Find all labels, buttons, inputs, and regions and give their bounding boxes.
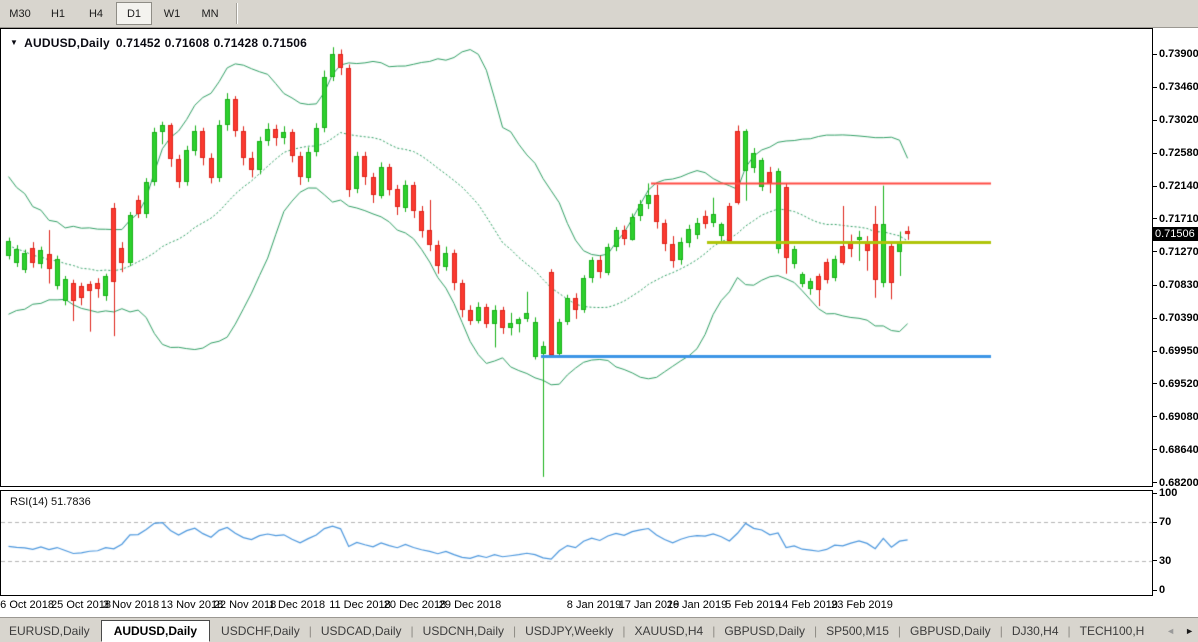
chart-tab-usdcnh-daily[interactable]: USDCNH,Daily: [414, 621, 513, 641]
date-tick-label: 29 Dec 2018: [438, 599, 502, 611]
chevron-down-icon: ▼: [10, 37, 19, 47]
price-tick-label: 0.73460: [1153, 81, 1198, 93]
chart-tab-xauusd-h4[interactable]: XAUUSD,H4: [626, 621, 713, 641]
chart-tab-usdjpy-weekly[interactable]: USDJPY,Weekly: [516, 621, 622, 641]
date-tick-label: 5 Feb 2019: [725, 599, 781, 611]
price-tick-label: 0.69950: [1153, 345, 1198, 357]
chart-tab-gbpusd-daily[interactable]: GBPUSD,Daily: [715, 621, 814, 641]
tab-scroll-left-icon[interactable]: ◄: [1166, 626, 1175, 636]
ohlc-low: 0.71428: [213, 36, 259, 50]
price-chart-canvas[interactable]: [1, 29, 1152, 486]
timeframe-toolbar: M30 H1 H4 D1 W1 MN: [0, 0, 1198, 28]
price-tick-label: 0.72140: [1153, 180, 1198, 192]
ohlc-open: 0.71452: [115, 36, 161, 50]
symbol-period-label: AUDUSD,Daily: [24, 36, 110, 50]
chart-tab-usdchf-daily[interactable]: USDCHF,Daily: [212, 621, 309, 641]
price-tick-label: 0.69080: [1153, 411, 1198, 423]
timeframe-button-d1[interactable]: D1: [116, 2, 152, 25]
timeframe-button-h1[interactable]: H1: [40, 2, 76, 25]
date-tick-label: 3 Nov 2018: [102, 599, 160, 611]
price-tick-label: 0.68640: [1153, 444, 1198, 456]
rsi-tick-label: 70: [1153, 516, 1171, 528]
rsi-tick-label: 100: [1153, 487, 1177, 499]
date-tick-label: 22 Nov 2018: [213, 599, 277, 611]
chart-tab-bar: EURUSD,Daily AUDUSD,Daily USDCHF,Daily | USD…: [0, 617, 1198, 642]
rsi-tick-label: 30: [1153, 555, 1171, 567]
chart-tab-gbpusd-daily[interactable]: GBPUSD,Daily: [901, 621, 1000, 641]
price-tick-label: 0.73900: [1153, 48, 1198, 60]
chart-tab-audusd-daily[interactable]: AUDUSD,Daily: [100, 619, 211, 642]
chart-tab-eurusd-daily[interactable]: EURUSD,Daily: [0, 621, 99, 641]
price-tick-label: 0.70830: [1153, 279, 1198, 291]
timeframe-button-m30[interactable]: M30: [2, 2, 38, 25]
chart-tab-tech100-h[interactable]: TECH100,H: [1071, 621, 1154, 641]
price-tick-label: 0.72580: [1153, 147, 1198, 159]
date-tick-label: 11 Dec 2018: [329, 599, 391, 611]
ohlc-high: 0.71608: [164, 36, 210, 50]
chart-tab-dj30-h4[interactable]: DJ30,H4: [1003, 621, 1068, 641]
date-tick-label: 23 Feb 2019: [831, 599, 893, 611]
main-chart-pane[interactable]: ▼ AUDUSD,Daily 0.71452 0.71608 0.71428 0…: [0, 28, 1153, 487]
date-tick-label: 26 Jan 2019: [666, 599, 728, 611]
timeframe-button-w1[interactable]: W1: [154, 2, 190, 25]
date-tick-label: 8 Jan 2019: [566, 599, 622, 611]
price-tick-label: 0.70390: [1153, 312, 1198, 324]
ohlc-close: 0.71506: [262, 36, 307, 50]
mt4-window: M30 H1 H4 D1 W1 MN ▼ AUDUSD,Daily 0.71452 0.7…: [0, 0, 1198, 642]
date-axis[interactable]: 16 Oct 2018 25 Oct 2018 3 Nov 2018 13 Nov 2…: [0, 596, 1198, 616]
rsi-value-label: RSI(14) 51.7836: [10, 496, 91, 508]
rsi-indicator-pane[interactable]: RSI(14) 51.7836: [0, 490, 1153, 596]
price-axis[interactable]: 0.73900 0.73460 0.73020 0.72580 0.72140 0.717…: [1153, 28, 1198, 596]
current-price-tag: 0.71506: [1153, 227, 1198, 242]
timeframe-button-h4[interactable]: H4: [78, 2, 114, 25]
toolbar-divider: [236, 3, 238, 24]
tab-scroll-arrows: ◄ ►: [1166, 618, 1194, 642]
date-tick-label: 16 Oct 2018: [0, 599, 54, 611]
price-tick-label: 0.73020: [1153, 114, 1198, 126]
date-tick-label: 1 Dec 2018: [268, 599, 326, 611]
rsi-canvas[interactable]: [1, 491, 1152, 595]
chart-tab-sp500-m15[interactable]: SP500,M15: [817, 621, 898, 641]
price-tick-label: 0.69520: [1153, 378, 1198, 390]
price-tick-label: 0.71710: [1153, 213, 1198, 225]
chart-title: ▼ AUDUSD,Daily 0.71452 0.71608 0.71428 0…: [10, 36, 307, 50]
date-tick-label: 14 Feb 2019: [776, 599, 838, 611]
rsi-tick-label: 0: [1153, 584, 1165, 596]
tab-scroll-right-icon[interactable]: ►: [1185, 626, 1194, 636]
date-tick-label: 20 Dec 2018: [383, 599, 447, 611]
timeframe-button-mn[interactable]: MN: [192, 2, 228, 25]
price-tick-label: 0.71270: [1153, 246, 1198, 258]
chart-tab-usdcad-daily[interactable]: USDCAD,Daily: [312, 621, 411, 641]
